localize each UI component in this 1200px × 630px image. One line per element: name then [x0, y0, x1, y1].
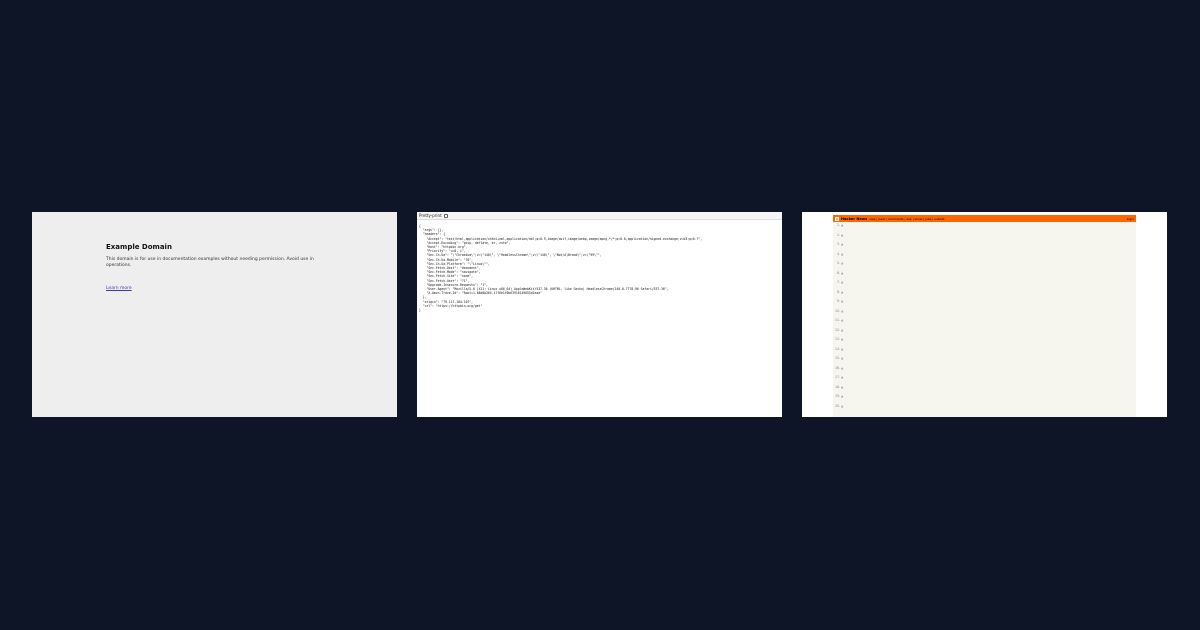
story-body: Saying Goodbye to Asm.js (spidermonkey.d…: [844, 328, 1134, 338]
story-body: Google changes its search box (blog.goog…: [844, 356, 1134, 366]
story-row: 20.▲OpenAI Adopts Google's SynthID Water…: [835, 404, 1134, 414]
learn-more-link[interactable]: Learn more: [106, 286, 132, 291]
story-body: The invention of Books (aeon.co)54 point…: [844, 385, 1134, 395]
y-logo-icon[interactable]: Y: [835, 216, 839, 221]
json-viewer-panel: Pretty-print { "args": {}, "headers": { …: [417, 212, 782, 417]
story-body: Apple unveils new accessibility features…: [844, 394, 1134, 404]
story-row: 14.▲Learnings from 100K lines of Rust wi…: [835, 347, 1134, 357]
hn-header: Y Hacker News new | past | comments | as…: [833, 215, 1136, 222]
story-row: 18.▲The invention of Books (aeon.co)54 p…: [835, 385, 1134, 395]
story-body: Show HN: Forge – Guardrails take an 8B m…: [844, 366, 1134, 376]
hn-page: Y Hacker News new | past | comments | as…: [833, 215, 1136, 417]
story-body: Map of Metal (mapofmetal.com)64 points b…: [844, 223, 1134, 233]
story-row: 12.▲Saying Goodbye to Asm.js (spidermonk…: [835, 328, 1134, 338]
story-row: 10.▲Anna's Archive Hit with $18.9M Defau…: [835, 309, 1134, 319]
story-body: Learnings from 100K lines of Rust with A…: [844, 347, 1134, 357]
story-row: 19.▲Apple unveils new accessibility feat…: [835, 394, 1134, 404]
story-body: I've built a virtual museum with nearly …: [844, 290, 1134, 300]
pretty-print-bar: Pretty-print: [417, 212, 782, 220]
story-row: 6.▲Gemini 3.5 Flash (blog.google)276 poi…: [835, 271, 1134, 281]
story-body: Everything in C is undefined behavior (l…: [844, 233, 1134, 243]
story-body: Google's AI is being manipulated. The se…: [844, 318, 1134, 328]
nav-links[interactable]: new | past | comments | ask | show | job…: [869, 217, 944, 221]
story-row: 9.▲Japan is gripped by mass allergies: A…: [835, 299, 1134, 309]
story-row: 16.▲Show HN: Forge – Guardrails take an …: [835, 366, 1134, 376]
story-row: 3.▲Qwen3.7 Max: The Agent Frontier (qwen…: [835, 242, 1134, 252]
story-row: 5.▲Nobody understands the point of hybri…: [835, 261, 1134, 271]
story-row: 8.▲I've built a virtual museum with near…: [835, 290, 1134, 300]
story-body: Gemini 3.5 Flash (blog.google)276 points…: [844, 271, 1134, 281]
json-content: { "args": {}, "headers": { "Accept": "te…: [419, 224, 703, 313]
login-link[interactable]: login: [1127, 217, 1134, 221]
story-body: Remove-AI-Watermarks – CLI and library f…: [844, 375, 1134, 385]
story-body: FiveThirtyEight articles on the Internet…: [844, 280, 1134, 290]
story-body: Anna's Archive Hit with $18.9M Default J…: [844, 309, 1134, 319]
site-name[interactable]: Hacker News: [841, 217, 867, 221]
story-row: 4.▲College students drown out AI-praisin…: [835, 252, 1134, 262]
story-body: OpenAI Adopts Google's SynthID Watermark…: [844, 404, 1134, 414]
story-row: 2.▲Everything in C is undefined behavior…: [835, 233, 1134, 243]
hacker-news-panel: Y Hacker News new | past | comments | as…: [802, 212, 1167, 417]
story-row: 15.▲Google changes its search box (blog.…: [835, 356, 1134, 366]
example-domain-panel: Example Domain This domain is for use in…: [32, 212, 397, 417]
story-list: 1.▲Map of Metal (mapofmetal.com)64 point…: [833, 222, 1136, 414]
story-body: Nobody understands the point of hybrid c…: [844, 261, 1134, 271]
story-body: Qwen3.7 Max: The Agent Frontier (qwen.ai…: [844, 242, 1134, 252]
pretty-print-checkbox[interactable]: [443, 213, 448, 218]
story-row: 17.▲Remove-AI-Watermarks – CLI and libra…: [835, 375, 1134, 385]
pretty-print-label: Pretty-print: [419, 213, 442, 218]
story-body: Japan is gripped by mass allergies: A 19…: [844, 299, 1134, 309]
story-row: 7.▲FiveThirtyEight articles on the Inter…: [835, 280, 1134, 290]
story-row: 11.▲Google's AI is being manipulated. Th…: [835, 318, 1134, 328]
story-body: Infomaniak transitions to a foundation m…: [844, 337, 1134, 347]
page-title: Example Domain: [106, 243, 172, 251]
story-row: 13.▲Infomaniak transitions to a foundati…: [835, 337, 1134, 347]
description: This domain is for use in documentation …: [106, 257, 314, 269]
story-body: College students drown out AI-praising c…: [844, 252, 1134, 262]
story-row: 1.▲Map of Metal (mapofmetal.com)64 point…: [835, 223, 1134, 233]
example-content: Example Domain This domain is for use in…: [106, 243, 321, 293]
